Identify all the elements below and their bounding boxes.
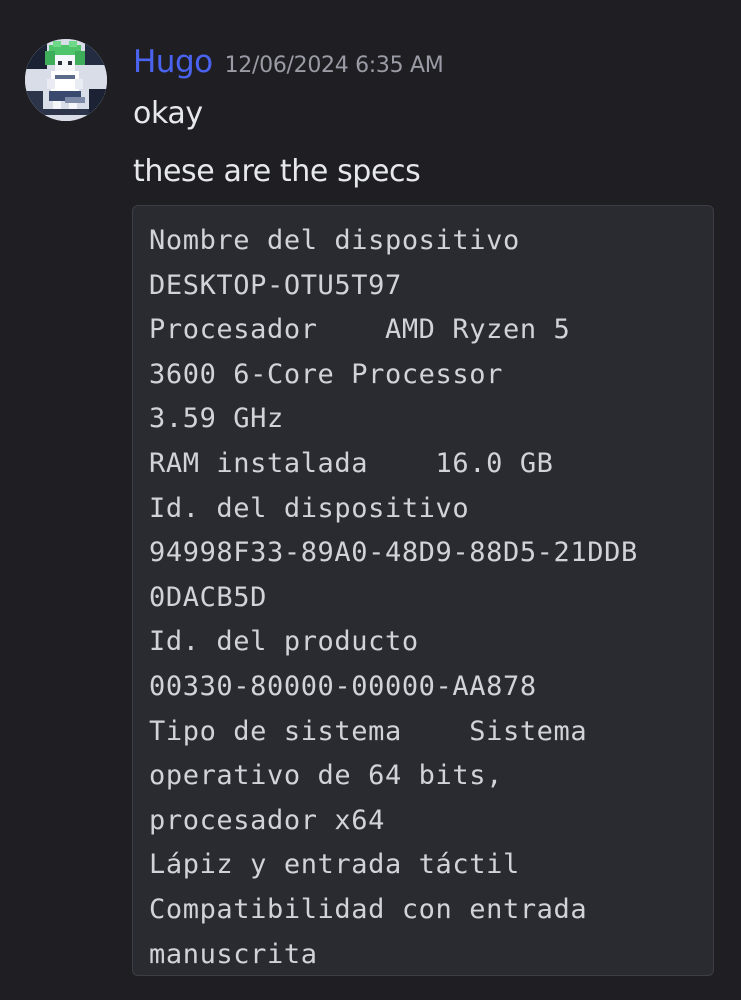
timestamp[interactable]: 12/06/2024 6:35 AM bbox=[225, 53, 444, 78]
code-line: Id. del producto bbox=[149, 626, 419, 658]
code-line: 94998F33-89A0-48D9-88D5-21DDB bbox=[149, 537, 638, 569]
code-line: operativo de 64 bits, bbox=[149, 760, 503, 792]
code-line: Tipo de sistema Sistema bbox=[149, 715, 588, 747]
code-block: Nombre del dispositivo DESKTOP-OTU5T97 P… bbox=[132, 205, 714, 976]
chat-message: Hugo 12/06/2024 6:35 AM okay these are th… bbox=[0, 0, 741, 1000]
code-line: 3.59 GHz bbox=[149, 403, 284, 435]
message-line: these are the specs bbox=[133, 154, 421, 189]
code-line: manuscrita bbox=[149, 938, 318, 970]
code-line: Id. del dispositivo bbox=[149, 492, 470, 524]
avatar[interactable] bbox=[25, 39, 107, 121]
code-line: Compatibilidad con entrada bbox=[149, 893, 588, 925]
pixel-art-character-icon bbox=[25, 39, 107, 121]
code-line: Nombre del dispositivo bbox=[149, 225, 520, 256]
code-line: 0DACB5D bbox=[149, 581, 267, 613]
code-line: RAM instalada 16.0 GB bbox=[149, 447, 554, 479]
message-header: Hugo 12/06/2024 6:35 AM bbox=[133, 44, 444, 88]
code-line: 00330-80000-00000-AA878 bbox=[149, 670, 537, 702]
code-line: procesador x64 bbox=[149, 804, 385, 836]
code-line: Procesador AMD Ryzen 5 bbox=[149, 314, 571, 346]
code-line: DESKTOP-OTU5T97 bbox=[149, 269, 402, 301]
code-line: Lápiz y entrada táctil bbox=[149, 849, 520, 881]
code-block-content: Nombre del dispositivo DESKTOP-OTU5T97 P… bbox=[149, 219, 638, 977]
username[interactable]: Hugo bbox=[133, 44, 213, 80]
message-line: okay bbox=[133, 96, 203, 131]
code-line: 3600 6-Core Processor bbox=[149, 358, 503, 390]
